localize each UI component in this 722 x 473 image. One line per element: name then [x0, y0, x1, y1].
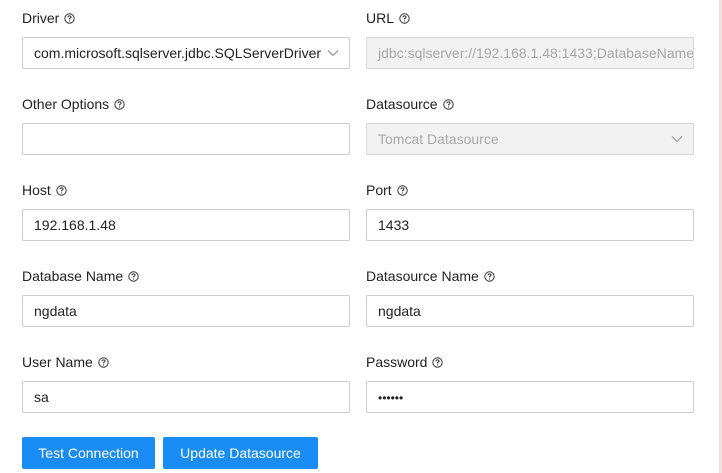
other-options-input[interactable]: [22, 123, 350, 155]
other-options-label: Other Options: [22, 95, 125, 113]
datasource-name-help-icon[interactable]: [484, 270, 495, 282]
driver-select[interactable]: com.microsoft.sqlserver.jdbc.SQLServerDr…: [22, 37, 350, 69]
port-label: Port: [366, 181, 408, 199]
host-help-icon[interactable]: [56, 184, 67, 196]
datasource-help-icon[interactable]: [442, 98, 454, 110]
datasource-label: Datasource: [366, 95, 454, 113]
chevron-down-icon: [671, 134, 683, 144]
database-name-help-icon[interactable]: [128, 270, 139, 282]
password-help-icon[interactable]: [432, 356, 444, 368]
datasource-select: Tomcat Datasource: [366, 123, 694, 155]
user-name-label: User Name: [22, 353, 109, 371]
database-name-label: Database Name: [22, 267, 139, 285]
port-help-icon[interactable]: [396, 184, 408, 196]
driver-label: Driver: [22, 9, 76, 27]
url-help-icon[interactable]: [399, 12, 410, 24]
url-input: jdbc:sqlserver://192.168.1.48:1433;Datab…: [366, 37, 694, 69]
database-name-input[interactable]: ngdata: [22, 295, 350, 327]
port-input[interactable]: 1433: [366, 209, 694, 241]
datasource-name-label: Datasource Name: [366, 267, 495, 285]
test-connection-button[interactable]: Test Connection: [22, 437, 155, 469]
user-name-help-icon[interactable]: [98, 356, 109, 368]
other-options-help-icon[interactable]: [114, 98, 125, 110]
user-name-input[interactable]: sa: [22, 381, 350, 413]
datasource-name-input[interactable]: ngdata: [366, 295, 694, 327]
update-datasource-button[interactable]: Update Datasource: [163, 437, 318, 469]
password-input[interactable]: ••••••: [366, 381, 694, 413]
url-label: URL: [366, 9, 410, 27]
host-input[interactable]: 192.168.1.48: [22, 209, 350, 241]
password-label: Password: [366, 353, 444, 371]
chevron-down-icon: [327, 48, 339, 58]
host-label: Host: [22, 181, 67, 199]
driver-help-icon[interactable]: [64, 12, 76, 24]
